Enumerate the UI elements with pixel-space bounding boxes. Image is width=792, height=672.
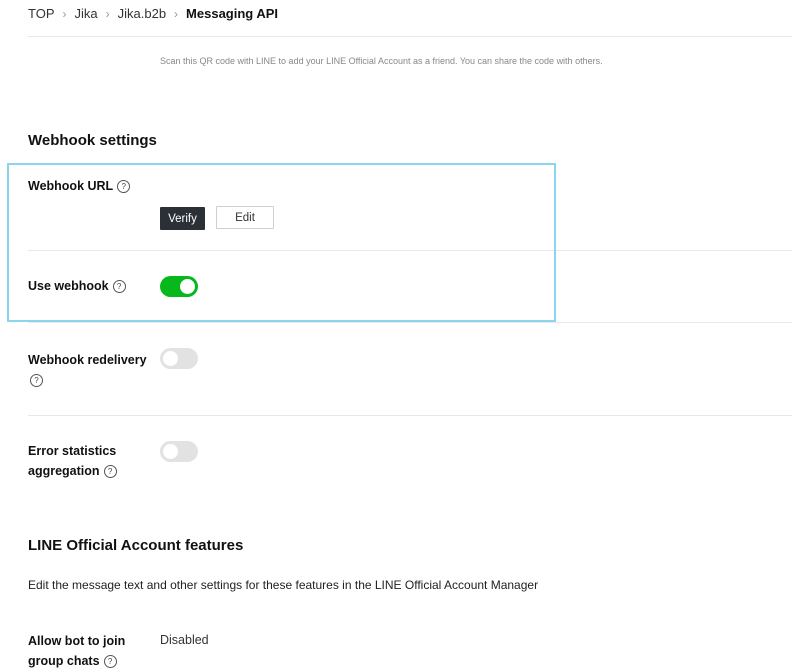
webhook-redelivery-toggle[interactable] — [160, 348, 198, 369]
chevron-right-icon: › — [174, 6, 179, 21]
divider — [28, 36, 792, 37]
allow-bot-label-line2: group chats — [28, 654, 100, 668]
divider — [28, 322, 792, 323]
qr-code-note: Scan this QR code with LINE to add your … — [160, 56, 603, 66]
breadcrumb-current: Messaging API — [186, 6, 279, 21]
breadcrumb-provider[interactable]: Jika — [75, 6, 98, 21]
highlight-box — [7, 163, 556, 322]
allow-bot-label-line1: Allow bot to join — [28, 634, 126, 648]
webhook-redelivery-label: Webhook redelivery? — [28, 350, 153, 390]
breadcrumb-top[interactable]: TOP — [28, 6, 55, 21]
breadcrumb: TOP › Jika › Jika.b2b › Messaging API — [28, 6, 278, 21]
help-circle-icon[interactable]: ? — [103, 465, 117, 478]
chevron-right-icon: › — [62, 6, 67, 21]
error-statistics-label-line2: aggregation — [28, 464, 100, 478]
help-circle-icon[interactable]: ? — [103, 655, 117, 668]
allow-bot-label: Allow bot to join group chats? — [28, 631, 125, 671]
divider — [28, 415, 792, 416]
breadcrumb-channel[interactable]: Jika.b2b — [118, 6, 166, 21]
messaging-api-page: TOP › Jika › Jika.b2b › Messaging API Sc… — [0, 0, 792, 672]
webhook-settings-title: Webhook settings — [28, 132, 157, 149]
oa-features-title: LINE Official Account features — [28, 537, 244, 554]
allow-bot-value: Disabled — [160, 633, 209, 647]
oa-features-description: Edit the message text and other settings… — [28, 578, 539, 592]
webhook-redelivery-label-text: Webhook redelivery — [28, 353, 147, 367]
error-statistics-label-line1: Error statistics — [28, 444, 117, 458]
toggle-knob — [163, 351, 178, 366]
toggle-knob — [163, 444, 178, 459]
chevron-right-icon: › — [105, 6, 110, 21]
help-circle-icon[interactable]: ? — [30, 374, 43, 387]
error-statistics-toggle[interactable] — [160, 441, 198, 462]
error-statistics-label: Error statistics aggregation? — [28, 441, 117, 481]
